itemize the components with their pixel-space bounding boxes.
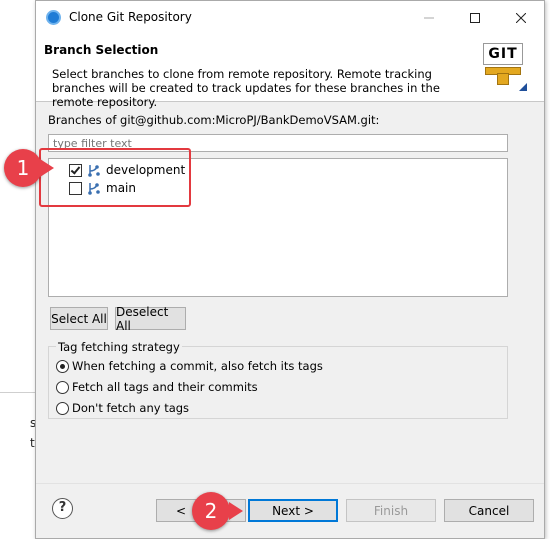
radio-no-tags[interactable]: Don't fetch any tags (56, 399, 189, 417)
background-divider (0, 392, 36, 393)
wizard-header: Branch Selection Select branches to clon… (36, 34, 544, 109)
next-button[interactable]: Next > (248, 499, 338, 522)
git-logo: GIT (483, 43, 527, 91)
git-logo-text: GIT (483, 43, 523, 65)
radio-label: When fetching a commit, also fetch its t… (72, 359, 323, 373)
git-logo-corner (519, 83, 527, 91)
close-button[interactable] (498, 1, 544, 34)
radio-button[interactable] (56, 401, 69, 415)
radio-button[interactable] (56, 359, 69, 373)
deselect-all-button[interactable]: Deselect All (115, 305, 186, 333)
footer-divider (36, 483, 544, 484)
help-button[interactable]: ? (52, 498, 73, 519)
callout-badge-2: 2 (192, 492, 230, 530)
callout-pointer-2 (229, 502, 243, 520)
callout-badge-1: 1 (4, 149, 42, 187)
page-description: Select branches to clone from remote rep… (52, 67, 440, 109)
radio-button[interactable] (56, 380, 69, 394)
back-button-label: < (175, 503, 187, 518)
git-logo-stem (497, 73, 509, 85)
eclipse-app-icon (46, 10, 61, 25)
maximize-button[interactable] (452, 1, 498, 34)
minimize-icon (424, 17, 434, 18)
branch-highlight-box (39, 148, 191, 207)
tag-fetching-label: Tag fetching strategy (56, 340, 182, 354)
window-title: Clone Git Repository (69, 10, 192, 24)
radio-fetch-commit-tags[interactable]: When fetching a commit, also fetch its t… (56, 357, 323, 375)
page-title: Branch Selection (44, 43, 159, 57)
radio-fetch-all-tags[interactable]: Fetch all tags and their commits (56, 378, 258, 396)
background-window: s t (0, 0, 36, 539)
cancel-button[interactable]: Cancel (444, 499, 534, 522)
close-icon (516, 12, 526, 23)
radio-selected-dot (60, 363, 65, 369)
clone-git-repository-dialog: Clone Git Repository Branch Selection Se… (35, 0, 545, 539)
background-text-fragment: t (30, 436, 35, 450)
callout-pointer-1 (40, 159, 54, 177)
minimize-button[interactable] (406, 1, 452, 34)
radio-label: Fetch all tags and their commits (72, 380, 258, 394)
finish-button[interactable]: Finish (346, 499, 436, 522)
select-all-button[interactable]: Select All (50, 307, 108, 330)
radio-label: Don't fetch any tags (72, 401, 190, 415)
branches-label: Branches of git@github.com:MicroPJ/BankD… (48, 113, 380, 127)
title-bar[interactable]: Clone Git Repository (36, 1, 544, 34)
maximize-icon (470, 12, 480, 23)
